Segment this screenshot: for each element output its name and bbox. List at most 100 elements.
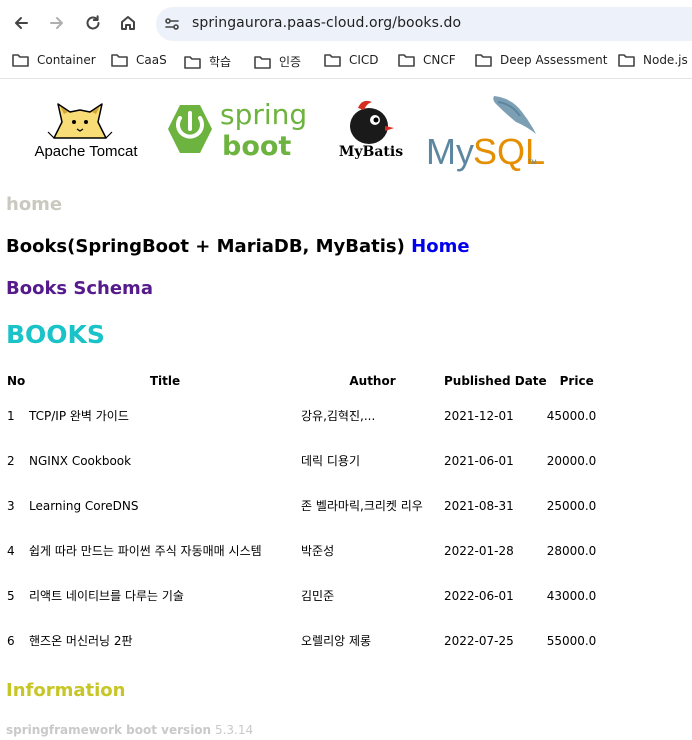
- cell-title: 핸즈온 머신러닝 2판: [29, 634, 133, 648]
- cell-published-date: 2021-06-01: [444, 453, 514, 468]
- version-label: springframework boot version: [6, 723, 212, 737]
- folder-icon: [618, 54, 635, 67]
- cell-price: 28000.0: [546, 543, 597, 558]
- cell-price: 45000.0: [546, 408, 597, 423]
- bookmark-folder[interactable]: Deep Assessment: [475, 53, 607, 67]
- cell-published-date: 2022-01-28: [444, 543, 514, 558]
- bookmark-folder[interactable]: CICD: [324, 53, 379, 67]
- cell-title: TCP/IP 완벽 가이드: [29, 409, 129, 423]
- cell-title: Learning CoreDNS: [29, 498, 139, 513]
- mysql-logo: My SQL TM: [426, 96, 545, 172]
- page-title-text: Books(SpringBoot + MariaDB, MyBatis): [6, 236, 405, 257]
- column-header-price: Price: [559, 374, 594, 388]
- site-settings-icon[interactable]: [164, 16, 180, 32]
- bookmarks-bar: Container CaaS 학습 인증 CICD CNCF Deep Asse…: [0, 46, 692, 79]
- cell-no: 2: [7, 453, 15, 468]
- cell-author: 강유,김혁진,...: [301, 409, 376, 423]
- folder-icon: [324, 54, 341, 67]
- folder-icon: [254, 55, 271, 69]
- bookmark-folder[interactable]: Node.js: [618, 53, 688, 67]
- bookmark-label: 학습: [209, 55, 232, 69]
- bookmark-label: CNCF: [423, 53, 456, 67]
- home-heading: home: [6, 194, 63, 215]
- address-bar[interactable]: springaurora.paas-cloud.org/books.do: [156, 7, 692, 41]
- table-header-row: No Title Author Published Date Price: [5, 369, 607, 393]
- bookmark-label: Node.js: [643, 53, 688, 67]
- browser-toolbar: springaurora.paas-cloud.org/books.do: [0, 0, 692, 46]
- bookmark-folder[interactable]: 학습: [184, 53, 231, 70]
- folder-icon: [398, 54, 415, 67]
- mysql-my: My: [426, 131, 474, 172]
- column-header-title: Title: [149, 374, 181, 388]
- bookmark-folder[interactable]: CaaS: [111, 53, 167, 67]
- folder-icon: [12, 54, 29, 67]
- cell-author: 김민준: [301, 589, 335, 603]
- table-row: 2 NGINX Cookbook 데릭 디용기 2021-06-01 20000…: [5, 438, 607, 483]
- cell-price: 55000.0: [546, 633, 597, 648]
- table-row: 4 쉽게 따라 만드는 파이썬 주식 자동매매 시스템 박준성 2022-01-…: [5, 528, 607, 573]
- bookmark-label: Deep Assessment: [500, 53, 608, 67]
- cell-published-date: 2022-06-01: [444, 588, 514, 603]
- mybatis-label: MyBatis: [339, 144, 403, 160]
- reload-button[interactable]: [80, 10, 106, 36]
- bookmark-label: Container: [37, 53, 96, 67]
- arrow-left-icon: [15, 17, 28, 29]
- table-row: 5 리액트 네이티브를 다루는 기술 김민준 2022-06-01 43000.…: [5, 573, 607, 618]
- cell-price: 43000.0: [546, 588, 597, 603]
- cell-title: 리액트 네이티브를 다루는 기술: [29, 589, 184, 603]
- column-header-no: No: [7, 374, 26, 388]
- cell-no: 1: [7, 408, 15, 423]
- bookmark-folder[interactable]: 인증: [254, 53, 301, 70]
- cell-no: 3: [7, 498, 15, 513]
- arrow-right-icon: [50, 17, 63, 29]
- information-heading: Information: [6, 680, 126, 701]
- cell-title: 쉽게 따라 만드는 파이썬 주식 자동매매 시스템: [29, 544, 262, 558]
- folder-icon: [475, 54, 492, 67]
- tomcat-label: Apache Tomcat: [34, 143, 138, 160]
- cell-author: 존 벨라마릭,크리켓 리우: [301, 499, 423, 513]
- technology-logos: Apache Tomcat spring boot MyBatis My SQL…: [34, 96, 545, 172]
- cell-author: 오렐리앙 제롱: [301, 634, 372, 648]
- table-row: 3 Learning CoreDNS 존 벨라마릭,크리켓 리우 2021-08…: [5, 483, 607, 528]
- bookmark-label: CICD: [349, 53, 379, 67]
- cell-no: 4: [7, 543, 15, 558]
- folder-icon: [184, 55, 201, 69]
- column-header-published-date: Published Date: [444, 374, 547, 388]
- cell-no: 6: [7, 633, 15, 648]
- reload-icon: [86, 15, 100, 30]
- spring-wordmark: spring: [220, 98, 307, 131]
- cell-price: 20000.0: [546, 453, 597, 468]
- mybatis-logo: MyBatis: [339, 100, 403, 160]
- spring-boot-logo: spring boot: [168, 98, 307, 162]
- url-text[interactable]: springaurora.paas-cloud.org/books.do: [192, 15, 461, 31]
- cell-published-date: 2022-07-25: [444, 633, 514, 648]
- cell-published-date: 2021-08-31: [444, 498, 514, 513]
- bookmark-folder[interactable]: CNCF: [398, 53, 456, 67]
- version-value: 5.3.14: [214, 723, 254, 737]
- home-icon: [121, 16, 135, 30]
- cell-author: 데릭 디용기: [301, 454, 361, 468]
- apache-tomcat-logo: Apache Tomcat: [34, 103, 138, 160]
- cell-author: 박준성: [301, 544, 335, 558]
- home-link[interactable]: Home: [411, 236, 469, 257]
- boot-wordmark: boot: [222, 131, 291, 162]
- back-button[interactable]: [8, 10, 34, 36]
- forward-button[interactable]: [44, 10, 70, 36]
- books-heading: BOOKS: [6, 320, 105, 349]
- cell-title: NGINX Cookbook: [29, 453, 132, 468]
- books-schema-link[interactable]: Books Schema: [6, 278, 153, 299]
- mysql-trademark: TM: [528, 160, 537, 166]
- version-line: springframework boot version 5.3.14: [6, 723, 253, 737]
- folder-icon: [111, 54, 128, 67]
- cell-price: 25000.0: [546, 498, 597, 513]
- cell-published-date: 2021-12-01: [444, 408, 514, 423]
- column-header-author: Author: [349, 374, 396, 388]
- table-row: 1 TCP/IP 완벽 가이드 강유,김혁진,... 2021-12-01 45…: [5, 393, 607, 438]
- bookmark-label: CaaS: [136, 53, 167, 67]
- table-row: 6 핸즈온 머신러닝 2판 오렐리앙 제롱 2022-07-25 55000.0: [5, 618, 607, 663]
- cell-no: 5: [7, 588, 15, 603]
- home-button[interactable]: [115, 10, 141, 36]
- bookmark-label: 인증: [279, 55, 302, 69]
- bookmark-folder[interactable]: Container: [12, 53, 96, 67]
- books-table: No Title Author Published Date Price 1 T…: [5, 369, 607, 663]
